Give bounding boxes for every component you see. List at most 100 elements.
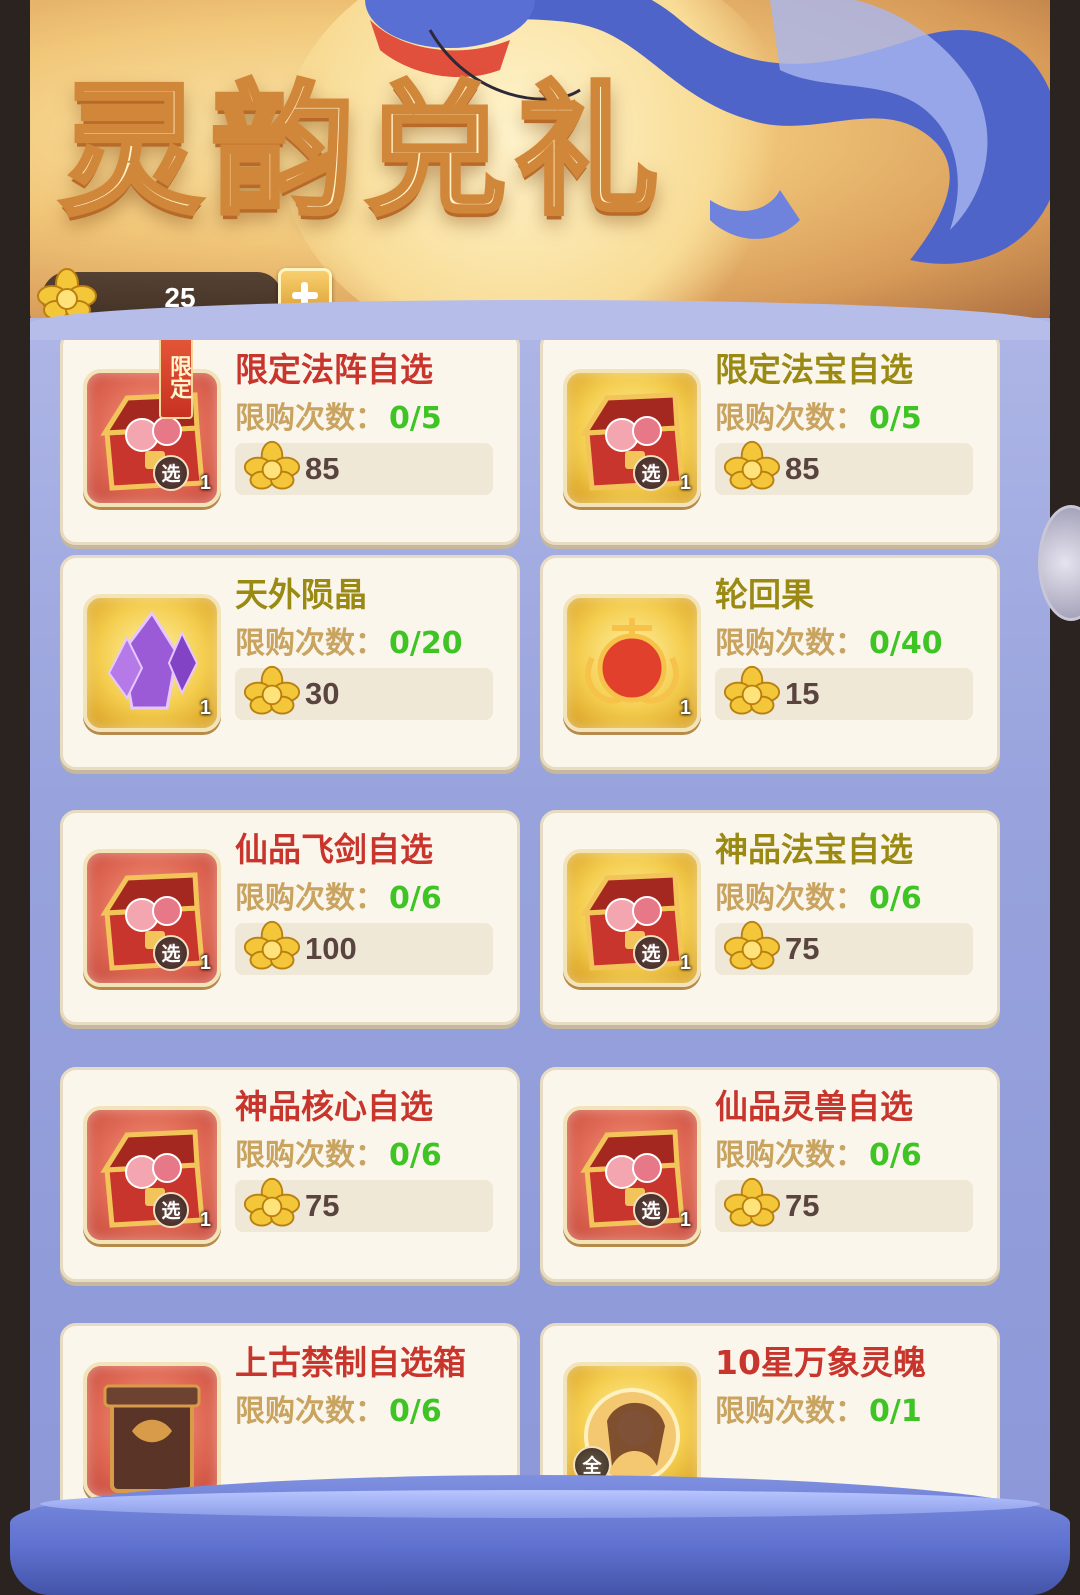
purchase-limit-label: 限购次数： bbox=[235, 1138, 385, 1173]
item-name: 仙品灵兽自选 bbox=[715, 1087, 913, 1126]
item-price: 100 bbox=[305, 931, 357, 966]
gold-lotus-icon bbox=[723, 439, 781, 497]
purchase-limit-label: 限购次数： bbox=[715, 1394, 865, 1429]
item-name: 限定法阵自选 bbox=[235, 350, 433, 389]
purchase-limit-label: 限购次数： bbox=[715, 1138, 865, 1173]
purchase-limit-count: 0/1 bbox=[869, 1394, 922, 1429]
purchase-limit-count: 0/20 bbox=[389, 626, 463, 661]
item-icon-frame[interactable]: 选1 bbox=[563, 1106, 701, 1244]
shop-item-card[interactable]: 1 天外陨晶限购次数： 0/20 30 bbox=[60, 555, 520, 770]
treasure-chest-icon bbox=[567, 373, 697, 503]
purchase-limit-count: 0/6 bbox=[869, 881, 922, 916]
select-badge: 选 bbox=[153, 1192, 189, 1228]
purchase-limit-count: 0/6 bbox=[389, 1394, 442, 1429]
item-name: 仙品飞剑自选 bbox=[235, 830, 433, 869]
purchase-limit: 限购次数： 0/6 bbox=[235, 1386, 442, 1430]
select-badge: 选 bbox=[633, 455, 669, 491]
purchase-limit: 限购次数： 0/6 bbox=[715, 1130, 922, 1174]
buy-price-button[interactable]: 15 bbox=[715, 665, 973, 720]
treasure-chest-icon bbox=[87, 1110, 217, 1240]
select-badge: 选 bbox=[153, 935, 189, 971]
gold-lotus-icon bbox=[243, 439, 301, 497]
treasure-chest-icon bbox=[87, 373, 217, 503]
purchase-limit: 限购次数： 0/6 bbox=[235, 873, 442, 917]
buy-price-button[interactable]: 85 bbox=[235, 440, 493, 495]
item-icon-frame[interactable]: 选1 bbox=[563, 369, 701, 507]
shop-item-card[interactable]: 选 1 限定法宝自选限购次数： 0/5 85 bbox=[540, 340, 1000, 545]
purchase-limit-count: 0/5 bbox=[389, 401, 442, 436]
item-quantity: 1 bbox=[199, 697, 211, 719]
purchase-limit: 限购次数： 0/1 bbox=[715, 1386, 922, 1430]
gold-lotus-icon bbox=[243, 919, 301, 977]
purchase-limit: 限购次数： 0/40 bbox=[715, 618, 943, 662]
shop-item-card[interactable]: 全 10星万象灵魄 限购次数： 0/1 bbox=[540, 1323, 1000, 1500]
item-name: 限定法宝自选 bbox=[715, 350, 913, 389]
item-icon-frame[interactable] bbox=[83, 1362, 221, 1500]
item-name: 天外陨晶 bbox=[235, 575, 367, 614]
shop-item-card[interactable]: 选 1 限定 限定法阵自选 限购次数： 0/5 85 bbox=[60, 340, 520, 545]
item-quantity: 1 bbox=[679, 952, 691, 974]
shop-item-card[interactable]: 选 1 仙品灵兽自选限购次数： 0/6 75 bbox=[540, 1067, 1000, 1282]
item-icon-frame[interactable]: 1 bbox=[83, 594, 221, 732]
item-quantity: 1 bbox=[679, 472, 691, 494]
item-price: 75 bbox=[785, 1188, 820, 1223]
buy-price-button[interactable]: 30 bbox=[235, 665, 493, 720]
item-quantity: 1 bbox=[199, 1209, 211, 1231]
purple-crystal-icon bbox=[87, 598, 217, 728]
item-icon-frame[interactable]: 选1 bbox=[83, 849, 221, 987]
item-name: 10星万象灵魄 bbox=[715, 1343, 926, 1382]
item-quantity: 1 bbox=[199, 952, 211, 974]
shop-item-card[interactable]: 上古禁制自选箱限购次数： 0/6 bbox=[60, 1323, 520, 1500]
gold-lotus-icon bbox=[723, 1176, 781, 1234]
shop-item-card[interactable]: 选 1 神品核心自选限购次数： 0/6 75 bbox=[60, 1067, 520, 1282]
buy-price-button[interactable]: 100 bbox=[235, 920, 493, 975]
ancient-box-icon bbox=[87, 1366, 217, 1496]
purchase-limit-count: 0/6 bbox=[389, 1138, 442, 1173]
item-quantity: 1 bbox=[199, 472, 211, 494]
purchase-limit-count: 0/6 bbox=[869, 1138, 922, 1173]
purchase-limit-count: 0/5 bbox=[869, 401, 922, 436]
gold-lotus-icon bbox=[243, 664, 301, 722]
item-price: 75 bbox=[785, 931, 820, 966]
item-price: 15 bbox=[785, 676, 820, 711]
item-grid[interactable]: 选 1 限定 限定法阵自选 限购次数： 0/5 85 选 1 限定法宝自选 限购次数： 0/5 8… bbox=[30, 340, 1050, 1500]
item-icon-frame[interactable]: 选1 bbox=[83, 369, 221, 507]
shop-item-card[interactable]: 1 轮回果限购次数： 0/40 15 bbox=[540, 555, 1000, 770]
shop-item-card[interactable]: 选 1 仙品飞剑自选限购次数： 0/6 100 bbox=[60, 810, 520, 1025]
item-name: 轮回果 bbox=[715, 575, 814, 614]
item-icon-frame[interactable]: 1 bbox=[563, 594, 701, 732]
buy-price-button[interactable]: 85 bbox=[715, 440, 973, 495]
select-badge: 选 bbox=[153, 455, 189, 491]
shop-item-card[interactable]: 选 1 神品法宝自选限购次数： 0/6 75 bbox=[540, 810, 1000, 1025]
item-quantity: 1 bbox=[679, 697, 691, 719]
treasure-chest-icon bbox=[567, 1110, 697, 1240]
buy-price-button[interactable]: 75 bbox=[715, 920, 973, 975]
buy-price-button[interactable]: 75 bbox=[715, 1177, 973, 1232]
gold-lotus-icon bbox=[723, 664, 781, 722]
purchase-limit: 限购次数： 0/6 bbox=[715, 873, 922, 917]
limited-tag: 限定 bbox=[159, 340, 193, 419]
item-name: 神品法宝自选 bbox=[715, 830, 913, 869]
item-icon-frame[interactable]: 选1 bbox=[83, 1106, 221, 1244]
item-price: 85 bbox=[305, 451, 340, 486]
item-name: 神品核心自选 bbox=[235, 1087, 433, 1126]
purchase-limit-label: 限购次数： bbox=[235, 626, 385, 661]
purchase-limit-label: 限购次数： bbox=[715, 401, 865, 436]
buy-price-button[interactable]: 75 bbox=[235, 1177, 493, 1232]
purchase-limit: 限购次数： 0/5 bbox=[715, 393, 922, 437]
item-icon-frame[interactable]: 选1 bbox=[563, 849, 701, 987]
purchase-limit: 限购次数： 0/5 bbox=[235, 393, 442, 437]
item-name: 上古禁制自选箱 bbox=[235, 1343, 466, 1382]
purchase-limit-count: 0/40 bbox=[869, 626, 943, 661]
gold-lotus-icon bbox=[243, 1176, 301, 1234]
purchase-limit-label: 限购次数： bbox=[235, 881, 385, 916]
red-fruit-icon bbox=[567, 598, 697, 728]
item-price: 75 bbox=[305, 1188, 340, 1223]
purchase-limit: 限购次数： 0/20 bbox=[235, 618, 463, 662]
panel-bottom-shine bbox=[40, 1490, 1040, 1518]
purchase-limit-label: 限购次数： bbox=[715, 626, 865, 661]
select-badge: 选 bbox=[633, 1192, 669, 1228]
gold-lotus-icon bbox=[723, 919, 781, 977]
select-badge: 选 bbox=[633, 935, 669, 971]
panel-wave-decoration bbox=[30, 300, 1050, 340]
